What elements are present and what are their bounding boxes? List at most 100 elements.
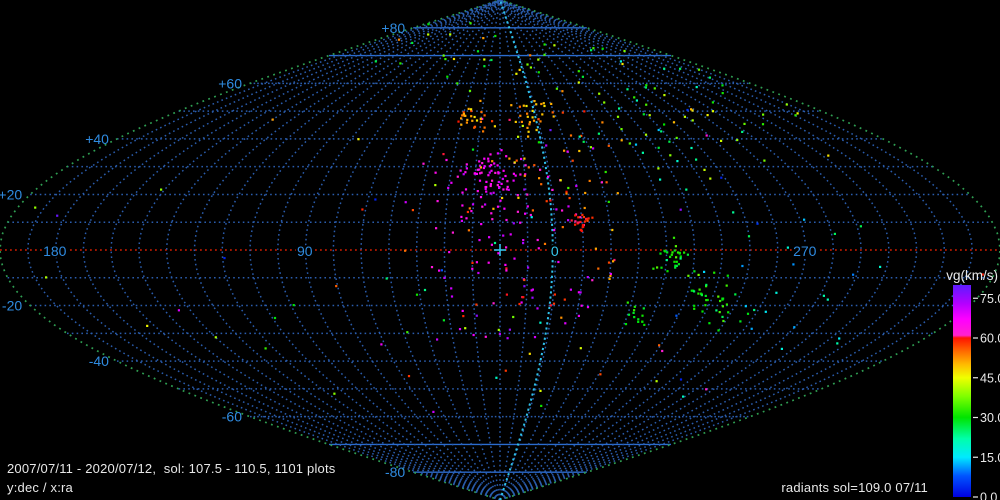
radiant-point [604, 170, 607, 174]
radiant-point [526, 63, 529, 66]
radiant-point [577, 81, 580, 84]
radiant-point [476, 50, 480, 53]
radiant-point [553, 293, 556, 296]
radiant-point [479, 117, 482, 120]
radiant-point [539, 120, 542, 123]
radiant-point [732, 211, 735, 214]
radiant-point [655, 380, 658, 383]
radiant-point [520, 157, 523, 161]
radiant-point [822, 294, 825, 297]
radiant-point [535, 103, 538, 106]
radiant-point [701, 310, 704, 313]
radiant-point [462, 173, 465, 176]
radiant-point [531, 109, 534, 112]
radiant-point [497, 172, 500, 175]
radiant-point [488, 236, 491, 239]
radiant-point [555, 208, 558, 211]
radiant-point [658, 344, 661, 347]
radiant-point [580, 228, 583, 232]
radiant-point [459, 169, 462, 172]
radiant-point [451, 231, 454, 234]
radiant-point [581, 224, 584, 227]
radiant-point [703, 168, 706, 171]
radiant-point [512, 315, 515, 319]
radiant-point [675, 264, 678, 267]
dec-tick-label: +20 [0, 186, 22, 202]
radiant-point [436, 200, 439, 203]
radiant-point [357, 138, 360, 141]
radiant-point [532, 119, 536, 122]
radiant-point [715, 309, 718, 312]
radiant-point [721, 315, 724, 318]
radiant-point [380, 343, 383, 346]
radiant-point [633, 96, 636, 99]
radiant-point [586, 306, 590, 309]
radiant-point [590, 49, 593, 52]
radiant-point [555, 87, 558, 90]
radiant-point [521, 124, 524, 127]
radiant-point [565, 192, 568, 195]
dec-tick-label: -40 [89, 353, 109, 369]
radiant-point [536, 238, 539, 242]
radiant-point [607, 200, 610, 203]
radiant-point [743, 122, 746, 125]
radiant-point [592, 147, 595, 150]
radiant-point [670, 253, 673, 256]
radiant-point [695, 86, 698, 89]
radiant-point [466, 210, 469, 214]
radiant-point [659, 178, 662, 181]
radiant-point [468, 89, 472, 92]
radiant-point [478, 179, 482, 182]
radiant-point [500, 149, 503, 152]
radiant-point [523, 278, 526, 282]
radiant-point [472, 333, 475, 337]
radiant-point [522, 239, 525, 242]
radiant-point [423, 288, 427, 292]
radiant-point [579, 220, 582, 223]
radiant-point [657, 167, 660, 170]
radiant-point [497, 180, 500, 184]
radiant-point [578, 135, 581, 138]
radiant-point [780, 347, 783, 350]
radiant-point [637, 318, 640, 321]
radiant-point [567, 219, 570, 222]
radiant-point [436, 338, 439, 341]
radiant-point [505, 155, 508, 158]
radiant-point [706, 114, 709, 117]
radiant-point [645, 103, 648, 106]
radiant-point [485, 180, 488, 183]
radiant-point [483, 58, 486, 61]
radiant-point [579, 291, 582, 294]
radiant-point [490, 243, 493, 246]
radiant-point [498, 186, 501, 189]
radiant-point [594, 247, 597, 250]
radiant-point [470, 115, 473, 118]
radiant-point [506, 180, 509, 183]
radiant-point [504, 369, 507, 372]
radiant-point [374, 198, 377, 201]
radiant-point [460, 117, 463, 120]
radiant-point [553, 229, 556, 232]
radiant-point [588, 179, 591, 182]
radiant-point [552, 115, 555, 118]
radiant-point [566, 150, 569, 153]
radiant-point [505, 246, 508, 249]
radiant-point [478, 239, 481, 242]
radiant-point [526, 115, 529, 118]
radiant-point [747, 235, 751, 238]
radiant-point [427, 23, 430, 26]
radiant-point [505, 293, 508, 296]
radiant-point [531, 209, 534, 212]
radiant-point [404, 249, 407, 252]
radiant-point [660, 266, 663, 269]
radiant-point [496, 184, 499, 187]
radiant-point [679, 255, 682, 258]
radiant-point [499, 199, 502, 202]
radiant-point [479, 120, 482, 123]
radiant-point [223, 257, 226, 260]
radiant-point [540, 404, 543, 407]
radiant-point [516, 194, 519, 197]
radiant-point [493, 162, 496, 165]
radiant-point [491, 218, 494, 221]
radiant-point [618, 107, 621, 110]
